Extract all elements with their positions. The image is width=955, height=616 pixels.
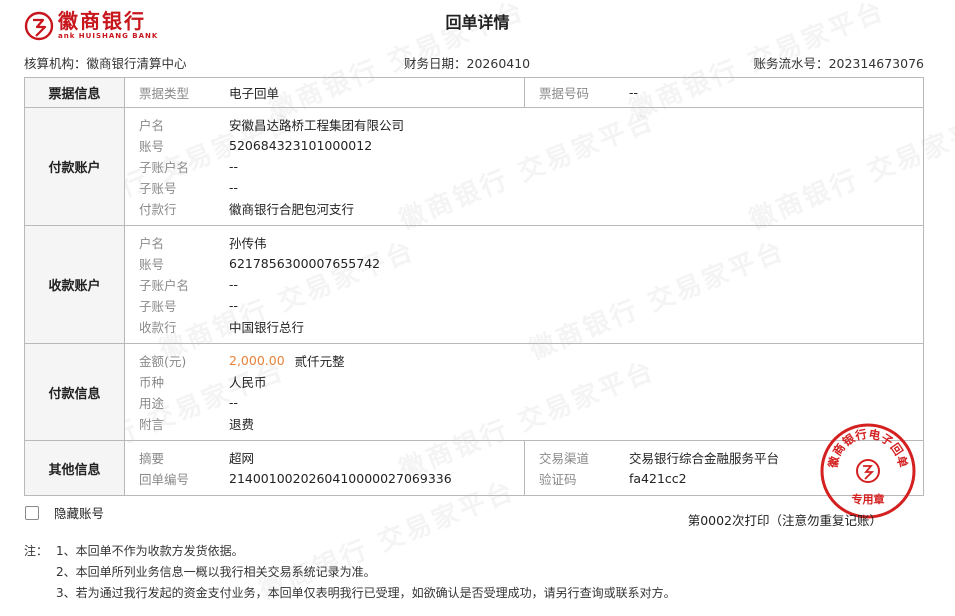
- payer-subname-label: 子账户名: [139, 160, 190, 175]
- ticket-no-label: 票据号码: [539, 86, 590, 101]
- amount-label: 金额(元): [139, 354, 187, 369]
- list-item: 币种 人民币: [139, 371, 923, 392]
- seal-subtext: 专用章: [852, 492, 885, 506]
- payee-subname-value: --: [229, 277, 239, 292]
- code-label: 验证码: [539, 472, 577, 487]
- seal-text: 徽商银行电子回单: [825, 427, 909, 470]
- note-text: 2、本回单所列业务信息一概以我行相关交易系统记录为准。: [56, 565, 376, 579]
- section-payment: 付款信息: [24, 343, 125, 441]
- header: 徽商银行 ank HUISHANG BANK 回单详情: [0, 0, 955, 50]
- payer-row: 付款账户 户名 安徽昌达路桥工程集团有限公司 账号 5206843231010000…: [24, 107, 924, 226]
- list-item: 摘要 超网: [139, 447, 524, 468]
- currency-value: 人民币: [229, 375, 267, 390]
- payer-subname-value: --: [229, 159, 239, 174]
- notes: 注： 1、本回单不作为收款方发货依据。 2、本回单所列业务信息一概以我行相关交易系…: [24, 541, 676, 604]
- receipt-table: 票据信息 票据类型 电子回单 票据号码 -- 付款账户 户名 安徽昌达路桥工程集团有限…: [24, 77, 924, 496]
- note-text: 1、本回单不作为收款方发货依据。: [56, 544, 244, 558]
- payer-name-value: 安徽昌达路桥工程集团有限公司: [229, 118, 405, 133]
- list-item: 金额(元) 2,000.00 贰仟元整: [139, 350, 923, 371]
- other-row: 其他信息 摘要 超网 回单编号 21400100202604100000270693…: [24, 440, 924, 496]
- ticket-row: 票据信息 票据类型 电子回单 票据号码 --: [24, 77, 924, 108]
- page-title: 回单详情: [445, 13, 510, 32]
- receipt-no-value: 2140010020260410000027069336: [229, 471, 452, 486]
- hide-account-checkbox[interactable]: [25, 505, 39, 520]
- list-item: 收款行 中国银行总行: [139, 316, 923, 337]
- list-item: 注： 1、本回单不作为收款方发货依据。: [24, 541, 676, 562]
- list-item: 3、若为通过我行发起的资金支付业务，本回单仅表明我行已受理，如欲确认是否受理成功…: [24, 583, 676, 604]
- print-count-note: 第0002次打印（注意勿重复记账）: [687, 513, 882, 528]
- payer-bank-value: 徽商银行合肥包河支行: [229, 202, 355, 217]
- summary-label: 摘要: [139, 451, 165, 466]
- section-payee: 收款账户: [24, 225, 125, 344]
- org-value: 徽商银行清算中心: [86, 56, 187, 71]
- serial-info: 账务流水号：202314673076: [754, 53, 924, 72]
- official-seal: 徽商银行电子回单 专用章: [820, 423, 916, 519]
- payee-bank-label: 收款行: [139, 320, 177, 335]
- payer-account-label: 账号: [139, 139, 165, 154]
- hide-account-toggle[interactable]: 隐藏账号: [25, 503, 104, 522]
- list-item: 回单编号 2140010020260410000027069336: [139, 468, 524, 489]
- remark-label: 附言: [139, 417, 165, 432]
- svg-text:徽商银行电子回单: 徽商银行电子回单: [825, 427, 910, 470]
- amount-words: 贰仟元整: [294, 354, 345, 369]
- org-info: 核算机构：徽商银行清算中心: [24, 53, 187, 72]
- section-payer: 付款账户: [24, 107, 125, 226]
- payee-subaccount-label: 子账号: [139, 299, 177, 314]
- currency-label: 币种: [139, 375, 165, 390]
- payer-name-label: 户名: [139, 118, 165, 133]
- list-item: 账号 6217856300007655742: [139, 253, 923, 274]
- payee-name-value: 孙传伟: [229, 236, 267, 251]
- list-item: 子账号 --: [139, 295, 923, 316]
- list-item: 账号 520684323101000012: [139, 135, 923, 156]
- serial-label: 账务流水号：: [753, 56, 829, 71]
- ticket-type-label: 票据类型: [139, 86, 190, 101]
- list-item: 附言 退费: [139, 413, 923, 434]
- bank-name-en: ank HUISHANG BANK: [58, 32, 159, 40]
- section-other: 其他信息: [24, 440, 125, 496]
- purpose-label: 用途: [139, 396, 165, 411]
- payee-row: 收款账户 户名 孙传伟 账号 6217856300007655742 子账户名 -- …: [24, 225, 924, 344]
- purpose-value: --: [229, 395, 239, 410]
- receipt-no-label: 回单编号: [139, 472, 190, 487]
- list-item: 户名 孙传伟: [139, 232, 923, 253]
- payer-account-value: 520684323101000012: [229, 138, 373, 153]
- payee-subname-label: 子账户名: [139, 278, 190, 293]
- date-value: 20260410: [466, 56, 531, 71]
- ticket-type-value: 电子回单: [229, 86, 280, 101]
- amount-value: 2,000.00: [229, 353, 285, 368]
- notes-prefix: 注：: [24, 544, 49, 558]
- section-ticket: 票据信息: [24, 77, 125, 108]
- payee-name-label: 户名: [139, 236, 165, 251]
- payer-subaccount-value: --: [229, 180, 239, 195]
- payee-subaccount-value: --: [229, 298, 239, 313]
- channel-label: 交易渠道: [539, 451, 590, 466]
- payee-account-label: 账号: [139, 257, 165, 272]
- list-item: 用途 --: [139, 392, 923, 413]
- channel-value: 交易银行综合金融服务平台: [629, 451, 780, 466]
- note-text: 3、若为通过我行发起的资金支付业务，本回单仅表明我行已受理，如欲确认是否受理成功…: [56, 586, 676, 600]
- payee-bank-value: 中国银行总行: [229, 320, 305, 335]
- hide-account-label: 隐藏账号: [54, 506, 105, 521]
- list-item: 2、本回单所列业务信息一概以我行相关交易系统记录为准。: [24, 562, 676, 583]
- remark-value: 退费: [229, 417, 255, 432]
- ticket-no-value: --: [629, 85, 639, 100]
- list-item: 户名 安徽昌达路桥工程集团有限公司: [139, 114, 923, 135]
- summary-value: 超网: [229, 451, 255, 466]
- payment-row: 付款信息 金额(元) 2,000.00 贰仟元整 币种 人民币 用途 -- 附言 退费: [24, 343, 924, 441]
- payer-subaccount-label: 子账号: [139, 181, 177, 196]
- list-item: 子账户名 --: [139, 156, 923, 177]
- date-label: 财务日期：: [404, 56, 467, 71]
- serial-value: 202314673076: [828, 56, 924, 71]
- list-item: 子账户名 --: [139, 274, 923, 295]
- code-value: fa421cc2: [629, 471, 687, 486]
- org-label: 核算机构：: [24, 56, 87, 71]
- list-item: 付款行 徽商银行合肥包河支行: [139, 198, 923, 219]
- payee-account-value: 6217856300007655742: [229, 256, 381, 271]
- date-info: 财务日期：20260410: [404, 53, 530, 72]
- payer-bank-label: 付款行: [139, 202, 177, 217]
- list-item: 子账号 --: [139, 177, 923, 198]
